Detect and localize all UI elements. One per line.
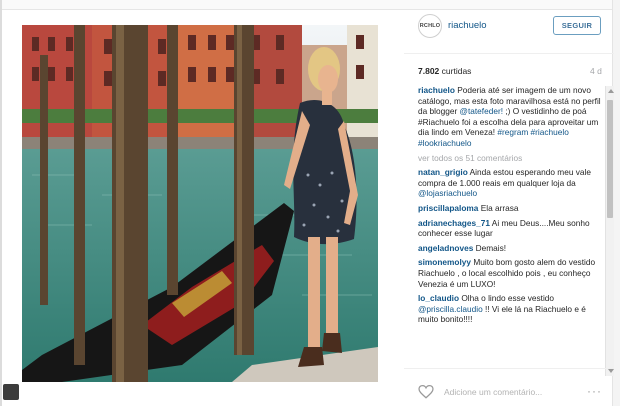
user-tag-icon[interactable] xyxy=(3,384,19,400)
scroll-up-arrow-icon[interactable] xyxy=(608,89,614,93)
comment-username[interactable]: natan_grigio xyxy=(418,167,468,177)
caption-mention[interactable]: @tatefeder! xyxy=(460,106,503,116)
comment-item: angeladnoves Demais! xyxy=(418,243,602,254)
comment-text: Ela arrasa xyxy=(478,202,519,213)
window-top-border xyxy=(0,0,620,10)
avatar-logo-text: RCHLO xyxy=(419,23,441,29)
comment-text: Demais! xyxy=(473,242,507,253)
post-footer: ··· xyxy=(404,368,614,406)
comment-username[interactable]: lo_claudio xyxy=(418,293,459,303)
comment-username[interactable]: adrianechages_71 xyxy=(418,218,490,228)
likes-count[interactable]: 7.802 curtidas xyxy=(418,66,471,76)
comment-text: Olha o lindo esse vestido xyxy=(459,293,555,304)
post-time-ago[interactable]: 4 d xyxy=(590,66,602,76)
likes-label: curtidas xyxy=(441,66,472,76)
profile-username[interactable]: riachuelo xyxy=(448,20,487,31)
heart-icon[interactable] xyxy=(418,385,434,399)
add-comment-input[interactable] xyxy=(444,386,584,398)
scrollbar-thumb[interactable] xyxy=(607,100,613,218)
comment-item: adrianechages_71 Ai meu Deus....Meu sonh… xyxy=(418,218,602,239)
photo-watermark: RCHLO xyxy=(316,379,372,396)
comment-username[interactable]: simonemolyy xyxy=(418,257,471,267)
comment-item: natan_grigio Ainda estou esperando meu v… xyxy=(418,167,602,199)
profile-avatar[interactable]: RCHLO xyxy=(418,14,442,38)
caption-username[interactable]: riachuelo xyxy=(418,85,455,95)
comment-mention[interactable]: @priscilla.claudio xyxy=(418,304,483,314)
comment-item: lo_claudio Olha o lindo esse vestido @pr… xyxy=(418,293,602,325)
comment-item: priscillapaloma Ela arrasa xyxy=(418,203,602,214)
follow-button[interactable]: SEGUIR xyxy=(553,16,601,35)
post-header: RCHLO riachuelo SEGUIR xyxy=(404,10,614,54)
comment-mention[interactable]: @lojasriachuelo xyxy=(418,188,477,198)
window-left-border xyxy=(0,0,2,406)
comments-scrollbar[interactable] xyxy=(605,86,614,376)
likes-number: 7.802 xyxy=(418,66,440,76)
comment-username[interactable]: angeladnoves xyxy=(418,243,473,253)
comment-username[interactable]: priscillapaloma xyxy=(418,203,478,213)
post-photo[interactable] xyxy=(22,25,378,382)
more-options-icon[interactable]: ··· xyxy=(587,384,602,398)
comments-list: riachuelo Poderia até ser imagem de um n… xyxy=(418,85,602,374)
comment-item: simonemolyy Muito bom gosto alem do vest… xyxy=(418,257,602,289)
view-all-comments-link[interactable]: ver todos os 51 comentários xyxy=(418,153,602,164)
post-side-panel: RCHLO riachuelo SEGUIR 7.802 curtidas 4 … xyxy=(404,10,614,406)
caption: riachuelo Poderia até ser imagem de um n… xyxy=(418,85,602,149)
